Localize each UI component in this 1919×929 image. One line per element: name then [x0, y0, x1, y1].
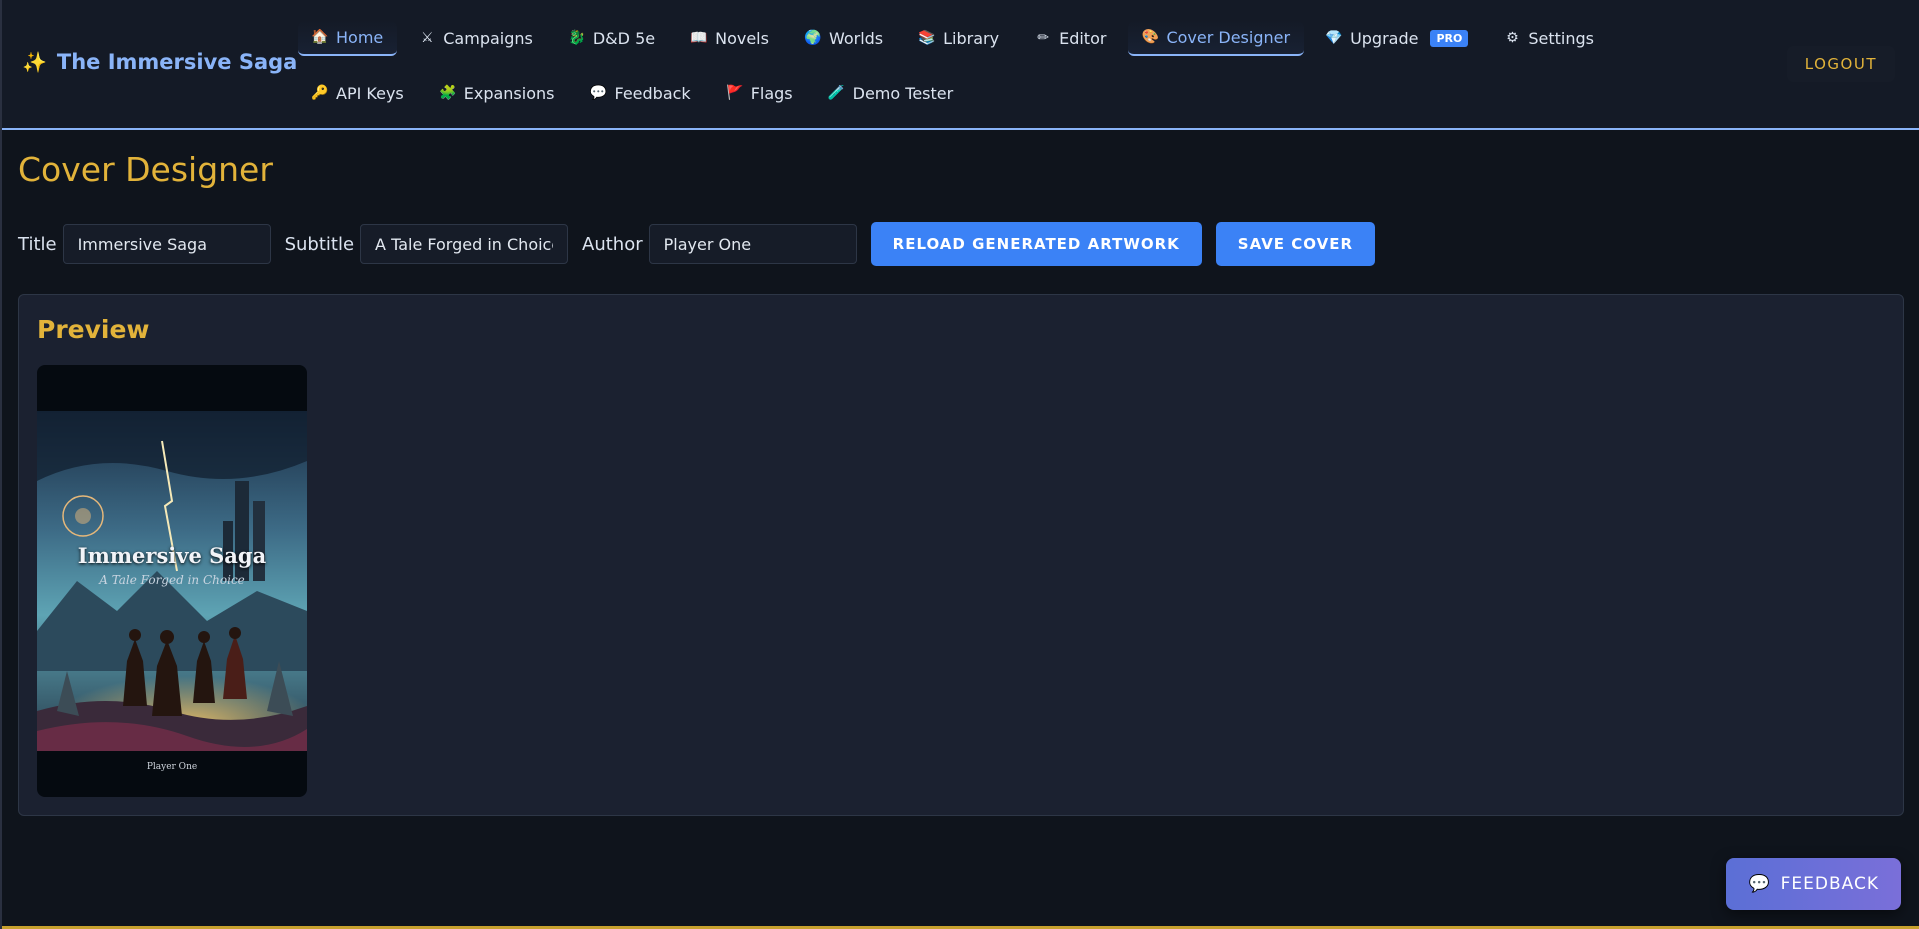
nav-item-api-keys[interactable]: 🔑 API Keys [298, 75, 418, 111]
speech-bubble-icon: 💬 [589, 85, 608, 101]
brand-name: The Immersive Saga [56, 50, 298, 74]
sparkles-icon: ✨ [22, 50, 47, 74]
nav-item-label: Worlds [828, 28, 884, 48]
title-label: Title [18, 233, 57, 255]
test-tube-icon: 🧪 [827, 85, 846, 101]
gem-icon: 💎 [1325, 30, 1343, 46]
nav-item-library[interactable]: 📚 Library [905, 20, 1013, 56]
title-input[interactable] [62, 224, 271, 264]
nav-item-label: Campaigns [443, 28, 533, 48]
nav-item-d-d-5e[interactable]: 🐉 D&D 5e [555, 20, 669, 56]
nav-item-label: Settings [1528, 28, 1594, 48]
nav-item-feedback[interactable]: 💬 Feedback [576, 75, 704, 111]
key-icon: 🔑 [311, 85, 329, 101]
nav-item-flags[interactable]: 🚩 Flags [713, 75, 807, 111]
pencil-icon: ✏ [1037, 30, 1049, 46]
logout-button[interactable]: LOGOUT [1786, 46, 1895, 82]
dragon-icon: 🐉 [568, 30, 586, 46]
feedback-floating-button[interactable]: 💬 FEEDBACK [1726, 858, 1901, 910]
nav-item-settings[interactable]: ⚙ Settings [1490, 20, 1608, 56]
nav-item-editor[interactable]: ✏ Editor [1021, 20, 1120, 56]
page-title: Cover Designer [18, 150, 273, 189]
globe-icon: 🌍 [804, 30, 822, 46]
pro-badge: PRO [1430, 29, 1469, 47]
author-input[interactable] [648, 224, 857, 264]
nav-item-label: Editor [1059, 28, 1107, 48]
nav-item-demo-tester[interactable]: 🧪 Demo Tester [815, 75, 968, 111]
swords-icon: ⚔ [420, 30, 434, 46]
cover-title-text: Immersive Saga [77, 543, 267, 568]
nav-item-campaigns[interactable]: ⚔ Campaigns [405, 20, 547, 56]
top-navigation-bar: ✨ The Immersive Saga 🏠 Home ⚔ Campaigns 🐉 D&D… [2, 0, 1919, 130]
flag-icon: 🚩 [725, 85, 744, 101]
feedback-fab-label: FEEDBACK [1780, 874, 1879, 894]
nav-item-upgrade[interactable]: 💎 Upgrade PRO [1312, 20, 1482, 56]
nav-item-label: Upgrade [1350, 28, 1419, 48]
subtitle-label: Subtitle [284, 233, 355, 255]
subtitle-input[interactable] [360, 224, 569, 264]
cover-subtitle-text: A Tale Forged in Choice [99, 573, 245, 587]
brand-logo[interactable]: ✨ The Immersive Saga [22, 50, 297, 74]
nav-item-label: Cover Designer [1166, 27, 1291, 47]
save-cover-button[interactable]: SAVE COVER [1215, 222, 1376, 266]
gear-icon: ⚙ [1506, 30, 1519, 46]
nav-item-worlds[interactable]: 🌍 Worlds [791, 20, 897, 56]
nav-item-label: Library [943, 28, 1000, 48]
nav-item-label: D&D 5e [592, 28, 656, 48]
nav-item-label: Expansions [463, 83, 555, 103]
nav-item-cover-designer[interactable]: 🎨 Cover Designer [1128, 20, 1305, 56]
reload-artwork-button[interactable]: RELOAD GENERATED ARTWORK [870, 222, 1202, 266]
preview-heading: Preview [37, 315, 150, 344]
author-label: Author [582, 233, 643, 255]
book-icon: 📖 [690, 30, 708, 46]
nav-item-home[interactable]: 🏠 Home [298, 20, 398, 56]
preview-panel: Preview Immersive Saga A Tale Forged in … [18, 294, 1904, 816]
nav-item-label: Feedback [614, 83, 691, 103]
cover-preview: Immersive Saga A Tale Forged in Choice P… [37, 365, 307, 797]
nav-item-label: Flags [750, 83, 793, 103]
speech-bubble-icon: 💬 [1748, 874, 1771, 894]
nav-row-secondary: 🔑 API Keys 🧩 Expansions 💬 Feedback 🚩 Flags 🧪 Demo… [298, 75, 975, 111]
nav-item-novels[interactable]: 📖 Novels [677, 20, 783, 56]
books-icon: 📚 [918, 30, 936, 46]
cover-author-text: Player One [146, 762, 198, 772]
palette-icon: 🎨 [1141, 29, 1160, 45]
nav-item-label: Demo Tester [852, 83, 954, 103]
nav-row-primary: 🏠 Home ⚔ Campaigns 🐉 D&D 5e 📖 Novels 🌍 Worlds 📚 Lib… [298, 20, 1616, 56]
cover-form-toolbar: Title Subtitle Author RELOAD GENERATED A… [18, 222, 1389, 266]
nav-item-label: Novels [715, 28, 769, 48]
nav-item-expansions[interactable]: 🧩 Expansions [426, 75, 569, 111]
nav-item-label: API Keys [336, 83, 404, 103]
nav-item-label: Home [336, 27, 384, 47]
puzzle-icon: 🧩 [439, 85, 457, 101]
home-icon: 🏠 [311, 29, 329, 45]
